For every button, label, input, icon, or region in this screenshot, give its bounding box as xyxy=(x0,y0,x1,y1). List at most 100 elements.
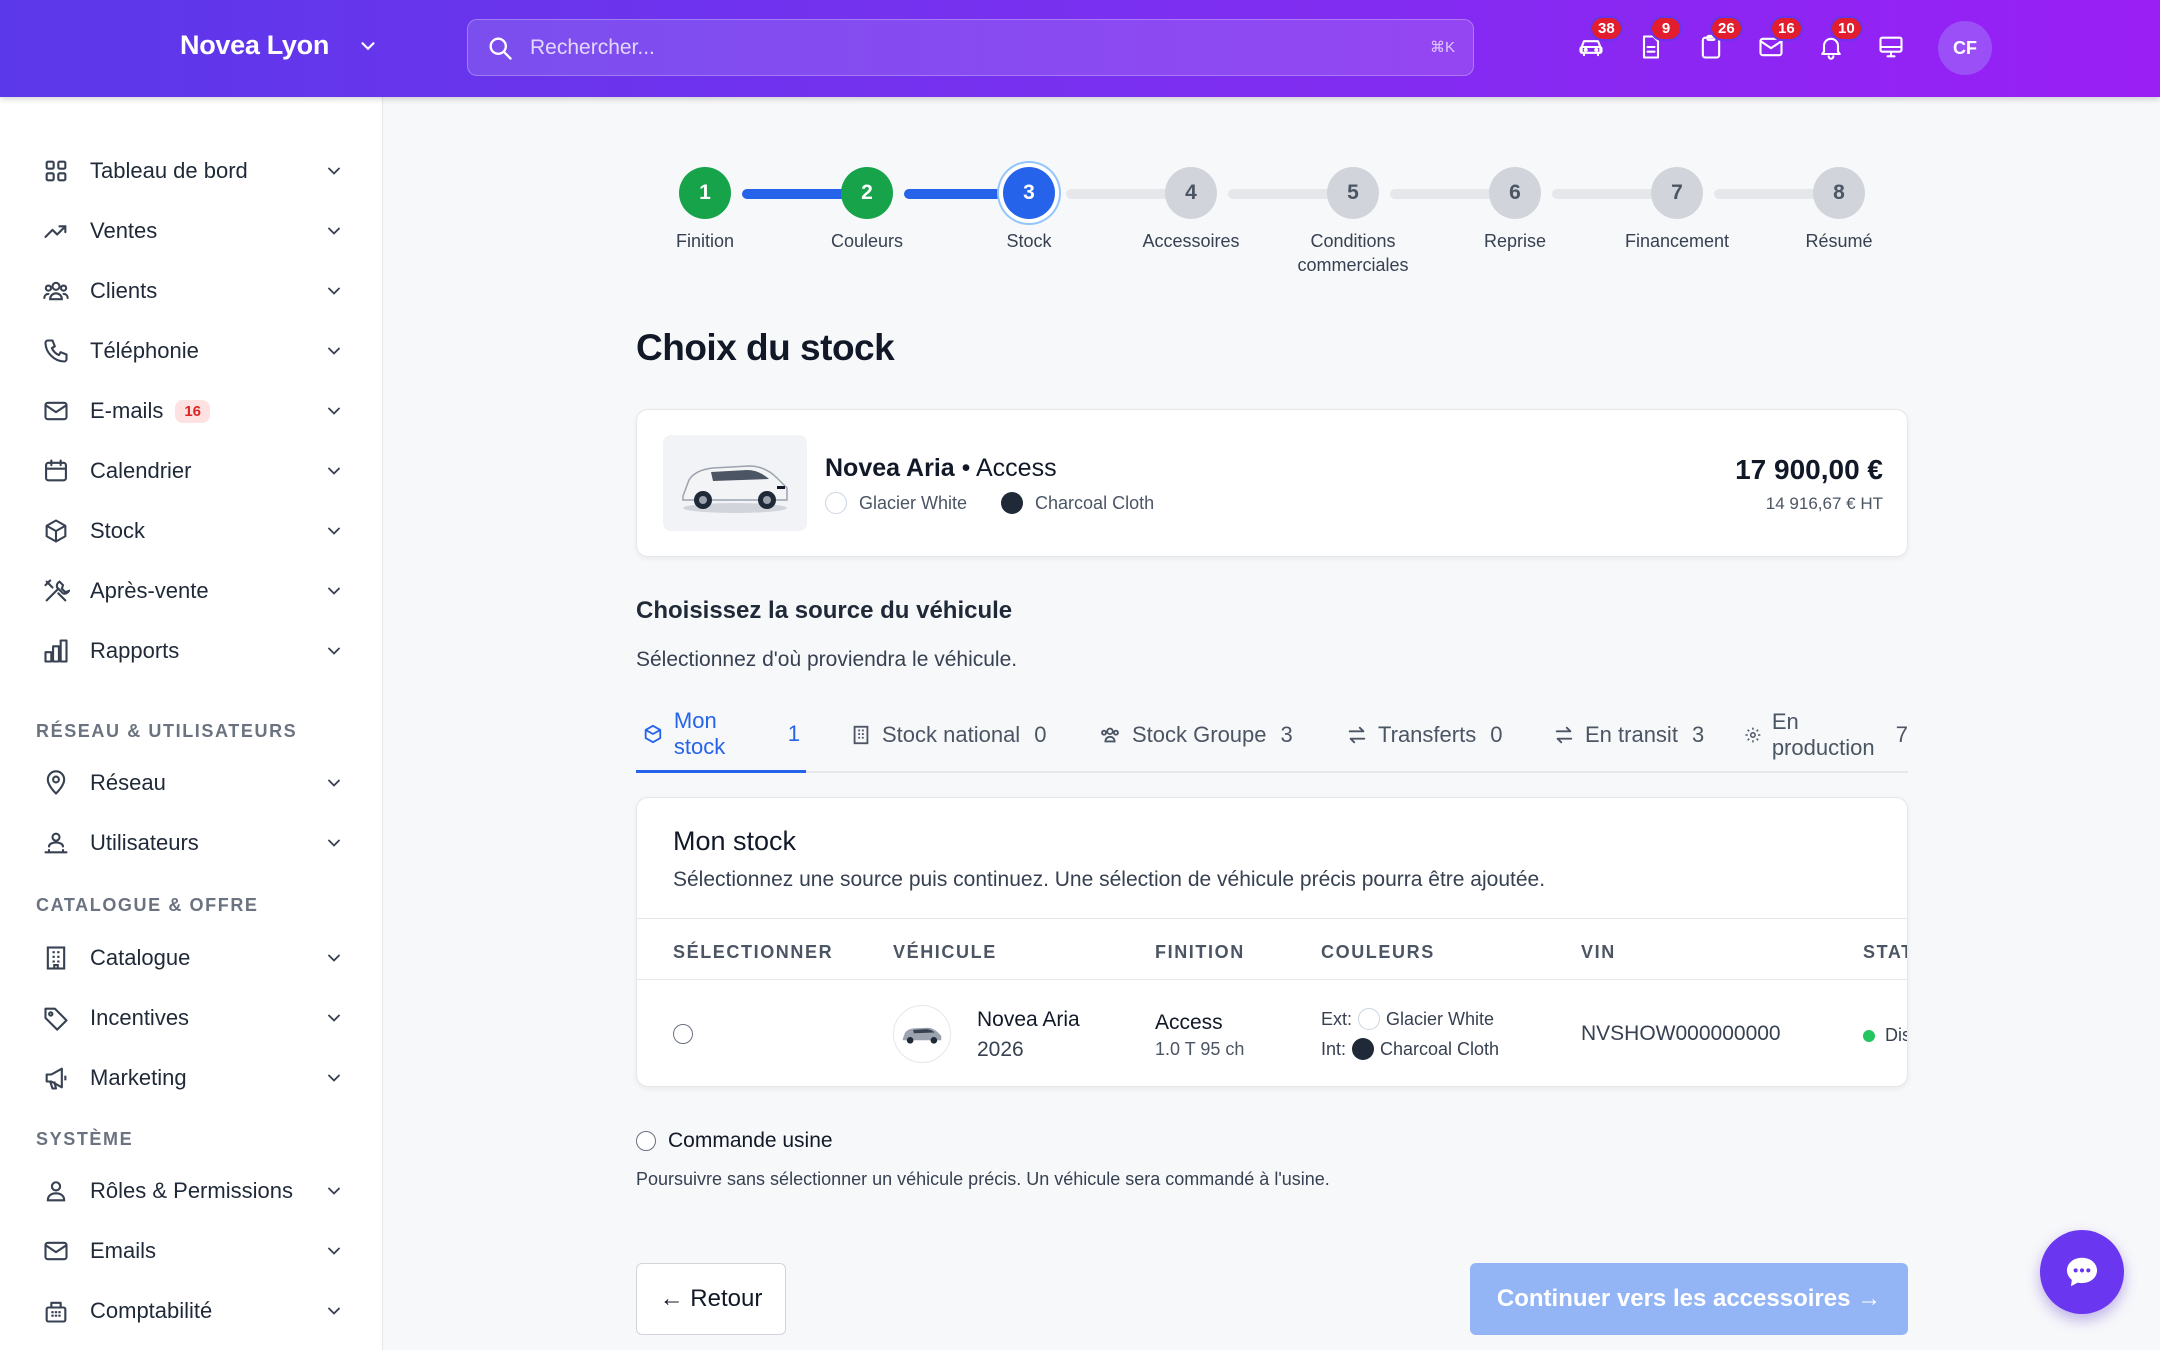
chat-button[interactable] xyxy=(2040,1230,2124,1314)
column-header: STAT xyxy=(1863,942,1907,962)
sidebar-item-reports[interactable]: Rapports xyxy=(0,621,383,681)
vehicle-summary-card: Novea Aria • Access Glacier White Charco… xyxy=(636,409,1908,557)
sidebar-item-marketing[interactable]: Marketing xyxy=(0,1048,383,1108)
chart-icon xyxy=(44,639,68,663)
sidebar-item-users[interactable]: Utilisateurs xyxy=(0,813,383,873)
step-label: Conditions commerciales xyxy=(1297,231,1409,275)
mail-icon xyxy=(44,401,68,421)
sidebar-item-dashboard[interactable]: Tableau de bord xyxy=(0,141,383,201)
sidebar-item-sales[interactable]: Ventes xyxy=(0,201,383,261)
step-number: 1 xyxy=(679,167,731,219)
divider xyxy=(637,918,1907,919)
sidebar-item-label: Emails xyxy=(90,1238,157,1263)
brand-name: Novea Lyon xyxy=(180,30,330,60)
tab-count: 0 xyxy=(1034,722,1047,747)
mail-icon xyxy=(44,1241,68,1261)
step-number: 7 xyxy=(1651,167,1703,219)
row-vin: NVSHOW000000000 xyxy=(1581,1022,1781,1045)
sidebar-item-calendar[interactable]: Calendrier xyxy=(0,441,383,501)
sidebar-item-emails[interactable]: E-mails 16 xyxy=(0,381,383,441)
calendar-icon xyxy=(45,459,67,482)
row-select-radio[interactable] xyxy=(673,1024,693,1044)
tab-label: Stock Groupe xyxy=(1132,722,1267,747)
sidebar-item-telephony[interactable]: Téléphonie xyxy=(0,321,383,381)
tab-transferts[interactable]: Transferts 0 xyxy=(1346,697,1502,773)
search-shortcut: ⌘K xyxy=(1429,39,1455,56)
step-number: 8 xyxy=(1813,167,1865,219)
chevron-down-icon xyxy=(328,227,340,235)
back-button[interactable]: ← Retour xyxy=(636,1263,786,1335)
building-icon xyxy=(853,725,869,745)
section-catalog: CATALOGUE & OFFRE xyxy=(36,895,259,915)
sidebar-item-system-emails[interactable]: Emails xyxy=(0,1221,383,1281)
tab-en-transit[interactable]: En transit 3 xyxy=(1553,697,1704,773)
search-input[interactable] xyxy=(530,35,1410,60)
grid-icon xyxy=(45,160,67,182)
sidebar-item-accounting[interactable]: Comptabilité xyxy=(0,1281,383,1341)
sidebar-item-after-sales[interactable]: Après-vente xyxy=(0,561,383,621)
vehicle-thumbnail xyxy=(893,1005,951,1063)
document-icon[interactable]: 9 xyxy=(1634,16,1682,67)
sidebar-item-network[interactable]: Réseau xyxy=(0,753,383,813)
car-icon[interactable]: 38 xyxy=(1574,16,1623,67)
brand-switcher[interactable]: Novea Lyon xyxy=(180,30,379,61)
row-year: 2026 xyxy=(977,1038,1024,1061)
user-group-icon xyxy=(44,832,68,854)
source-tabs: Mon stock 1 Stock national 0 Stock Group… xyxy=(636,697,1908,773)
chevron-down-icon xyxy=(328,1074,340,1082)
chevron-down-icon xyxy=(328,407,340,415)
tools-icon xyxy=(44,579,70,602)
sidebar-item-label: Clients xyxy=(90,278,158,303)
tab-stock-national[interactable]: Stock national 0 xyxy=(850,697,1046,773)
row-trim: Access xyxy=(1155,1011,1223,1034)
sidebar-item-clients[interactable]: Clients xyxy=(0,261,383,321)
tab-en-production[interactable]: En production 7 xyxy=(1744,697,1908,773)
step-resume[interactable]: 8 Résumé xyxy=(1739,167,1939,253)
factory-order-option[interactable]: Commande usine xyxy=(636,1129,833,1153)
step-number: 4 xyxy=(1165,167,1217,219)
tab-label: En transit xyxy=(1585,722,1678,747)
mail-badge: 16 xyxy=(1770,16,1803,41)
chevron-down-icon xyxy=(328,779,340,787)
column-header: SÉLECTIONNER xyxy=(673,942,834,962)
sidebar-item-incentives[interactable]: Incentives xyxy=(0,988,383,1048)
chevron-down-icon xyxy=(328,347,340,355)
row-model: Novea Aria xyxy=(977,1008,1080,1031)
factory-order-radio[interactable] xyxy=(636,1131,656,1151)
ext-color: Glacier White xyxy=(859,492,968,513)
sidebar-item-catalog[interactable]: Catalogue xyxy=(0,928,383,988)
tab-label: Transferts xyxy=(1378,722,1477,747)
mail-icon[interactable]: 16 xyxy=(1754,16,1803,67)
tab-mon-stock[interactable]: Mon stock 1 xyxy=(636,697,806,773)
car-image-icon xyxy=(902,1027,942,1044)
monitor-icon[interactable] xyxy=(1874,27,1908,67)
ext-color-name: Glacier White xyxy=(1386,1008,1495,1029)
search-bar[interactable]: ⌘K xyxy=(467,19,1474,76)
sidebar-item-roles[interactable]: Rôles & Permissions xyxy=(0,1161,383,1221)
vehicle-name-line: Novea Aria • Access xyxy=(825,454,1057,483)
sidebar-item-label: Catalogue xyxy=(90,945,191,970)
tab-stock-groupe[interactable]: Stock Groupe 3 xyxy=(1098,697,1293,773)
chevron-down-icon xyxy=(328,527,340,535)
bell-badge: 10 xyxy=(1830,16,1863,41)
swatch-charcoal-cloth xyxy=(1001,492,1024,514)
int-color-name: Charcoal Cloth xyxy=(1380,1038,1500,1059)
person-icon xyxy=(46,1181,66,1202)
bell-icon[interactable]: 10 xyxy=(1814,16,1863,67)
step-number: 5 xyxy=(1327,167,1379,219)
separator: • xyxy=(961,454,971,482)
continue-button[interactable]: Continuer vers les accessoires → xyxy=(1470,1263,1908,1335)
sidebar-item-label: Rôles & Permissions xyxy=(90,1178,293,1203)
clipboard-icon[interactable]: 26 xyxy=(1694,16,1743,67)
avatar[interactable]: CF xyxy=(1938,21,1992,75)
tab-count: 0 xyxy=(1490,722,1503,747)
sidebar-item-label: Marketing xyxy=(90,1065,187,1090)
header-icons: 38 9 26 16 10 xyxy=(1574,16,1908,67)
page-title: Choix du stock xyxy=(636,327,895,368)
row-int-color: Int: Charcoal Cloth xyxy=(1321,1038,1499,1060)
sidebar-item-stock[interactable]: Stock xyxy=(0,501,383,561)
stock-card: Mon stock Sélectionnez une source puis c… xyxy=(636,797,1908,1087)
table-row[interactable]: Novea Aria 2026 Access 1.0 T 95 ch Ext: … xyxy=(637,980,1907,1086)
column-header: FINITION xyxy=(1155,942,1245,962)
sidebar-item-label: Téléphonie xyxy=(90,338,199,363)
